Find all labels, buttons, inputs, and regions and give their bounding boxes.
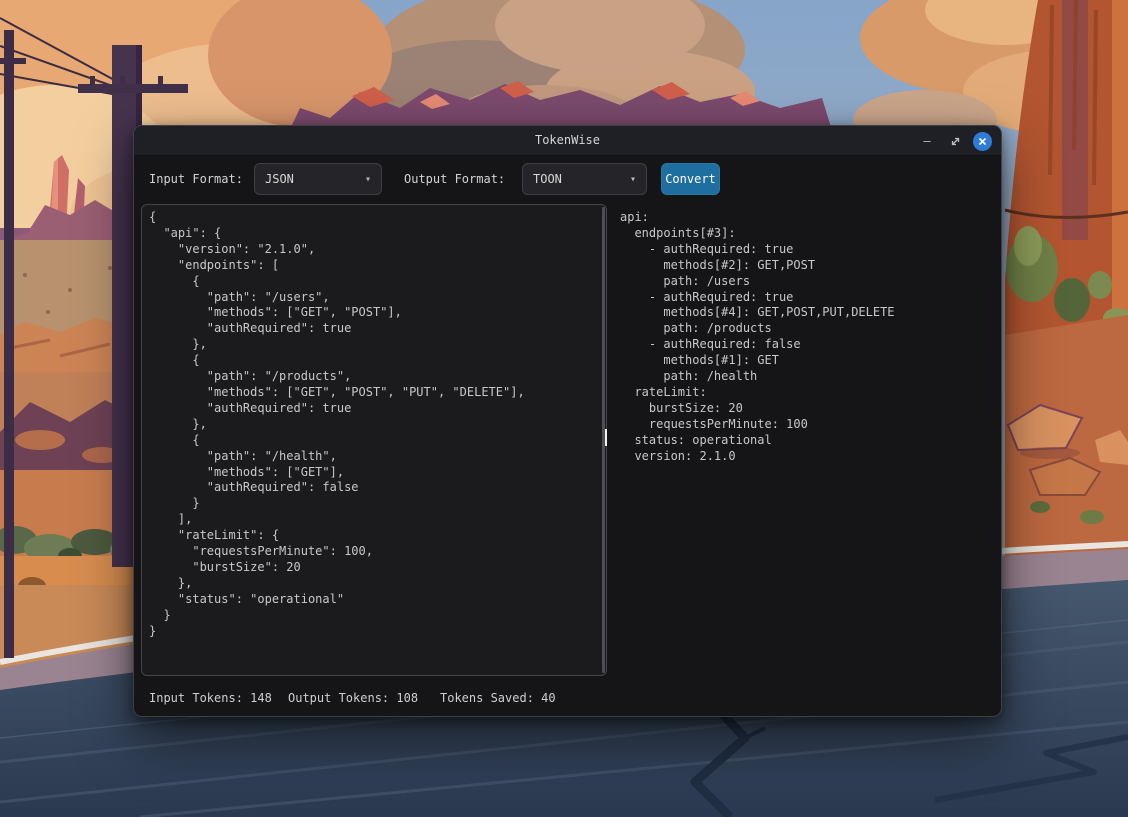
input-format-value: JSON [265,172,294,186]
tokens-saved-stat: Tokens Saved: 40 [440,691,556,705]
window-controls: – [917,126,992,156]
maximize-button[interactable] [945,131,965,151]
close-button[interactable] [973,132,992,151]
convert-button[interactable]: Convert [661,163,720,195]
close-icon [978,137,987,146]
maximize-icon [950,136,961,147]
json-input-editor[interactable]: { "api": { "version": "2.1.0", "endpoint… [141,204,607,676]
window-title: TokenWise [134,133,1001,147]
input-tokens-stat: Input Tokens: 148 [149,691,272,705]
desktop: TokenWise – Input Format: [0,0,1128,817]
titlebar[interactable]: TokenWise – [134,126,1001,156]
app-window: TokenWise – Input Format: [133,125,1002,717]
output-format-label: Output Format: [404,172,505,186]
toon-output-text: api: endpoints[#3]: - authRequired: true… [614,204,998,465]
chevron-down-icon: ▾ [630,174,636,185]
input-format-label: Input Format: [149,172,243,186]
output-format-value: TOON [533,172,562,186]
minimize-icon: – [923,134,930,148]
chevron-down-icon: ▾ [365,174,371,185]
toon-output-panel: api: endpoints[#3]: - authRequired: true… [614,204,998,676]
output-format-select[interactable]: TOON ▾ [522,163,647,195]
output-tokens-stat: Output Tokens: 108 [288,691,418,705]
input-format-select[interactable]: JSON ▾ [254,163,382,195]
text-caret [605,429,607,446]
minimize-button[interactable]: – [917,131,937,151]
json-input-text: { "api": { "version": "2.1.0", "endpoint… [142,205,606,647]
